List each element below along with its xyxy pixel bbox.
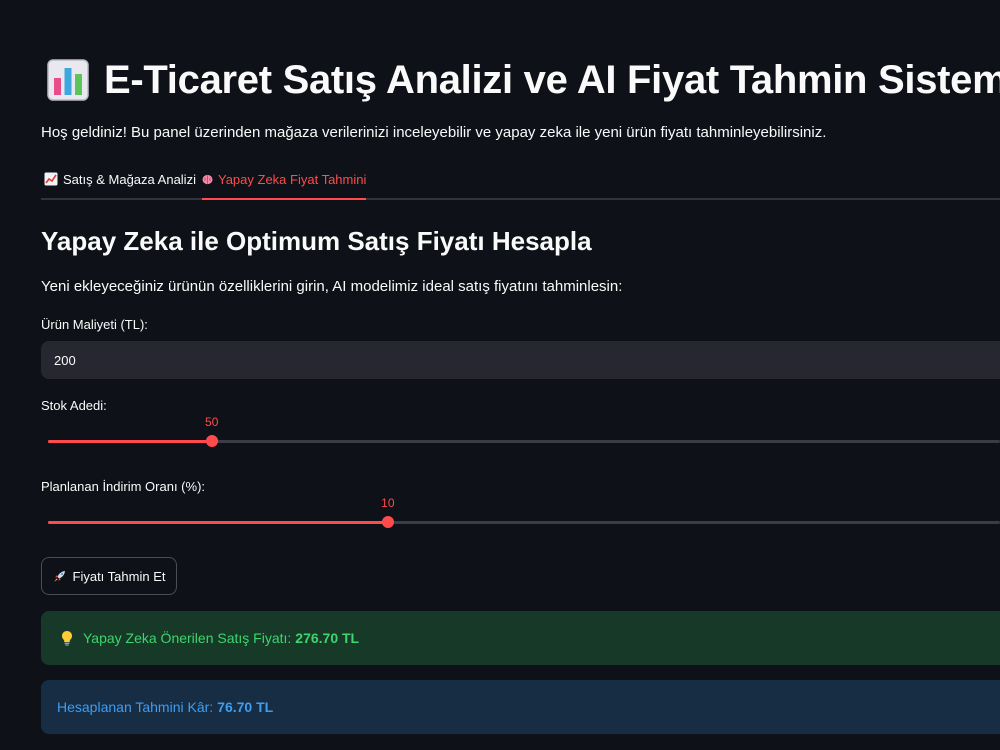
predicted-price-label: Yapay Zeka Önerilen Satış Fiyatı:	[83, 630, 292, 646]
chart-increasing-icon	[44, 172, 58, 186]
slider-fill	[48, 521, 388, 524]
rocket-icon	[53, 570, 66, 583]
slider-fill	[48, 440, 212, 443]
discount-label: Planlanan İndirim Oranı (%):	[41, 479, 206, 494]
title-row: E-Ticaret Satış Analizi ve AI Fiyat Tahm…	[46, 52, 1000, 108]
tab-sales-analysis[interactable]: Satış & Mağaza Analizi	[44, 160, 196, 198]
brain-icon	[202, 174, 213, 185]
cost-input-value: 200	[54, 352, 76, 368]
stock-label: Stok Adedi:	[41, 398, 107, 413]
section-heading: Yapay Zeka ile Optimum Satış Fiyatı Hesa…	[41, 226, 592, 256]
app-page: E-Ticaret Satış Analizi ve AI Fiyat Tahm…	[0, 0, 1000, 750]
estimated-profit-label: Hesaplanan Tahmini Kâr:	[57, 699, 214, 715]
predicted-price-value: 276.70 TL	[295, 630, 360, 646]
welcome-text: Hoş geldiniz! Bu panel üzerinden mağaza …	[41, 124, 827, 141]
bar-chart-icon	[46, 58, 90, 102]
cost-label: Ürün Maliyeti (TL):	[41, 317, 148, 332]
tab-ai-price-prediction[interactable]: Yapay Zeka Fiyat Tahmini	[202, 160, 367, 200]
predicted-price-alert: Yapay Zeka Önerilen Satış Fiyatı: 276.70…	[41, 611, 1000, 665]
slider-value: 50	[205, 415, 219, 429]
cost-input[interactable]: 200	[41, 341, 1000, 379]
estimated-profit-value: 76.70 TL	[217, 699, 274, 715]
tab-bar: Satış & Mağaza Analizi Yapay Zeka Fiyat …	[41, 160, 1000, 200]
estimated-profit-alert: Hesaplanan Tahmini Kâr: 76.70 TL	[41, 680, 1000, 734]
page-title: E-Ticaret Satış Analizi ve AI Fiyat Tahm…	[104, 57, 1000, 102]
predict-price-button[interactable]: Fiyatı Tahmin Et	[41, 557, 177, 595]
slider-thumb[interactable]	[205, 435, 218, 447]
tab-label: Satış & Mağaza Analizi	[63, 171, 196, 187]
tab-label: Yapay Zeka Fiyat Tahmini	[218, 171, 367, 187]
stock-slider[interactable]: 50	[48, 415, 1000, 455]
slider-thumb[interactable]	[381, 516, 394, 528]
predict-button-label: Fiyatı Tahmin Et	[72, 568, 166, 584]
discount-slider[interactable]: 10	[48, 496, 1000, 536]
light-bulb-icon	[59, 630, 75, 646]
slider-value: 10	[381, 496, 395, 510]
section-description: Yeni ekleyeceğiniz ürünün özelliklerini …	[41, 278, 623, 295]
